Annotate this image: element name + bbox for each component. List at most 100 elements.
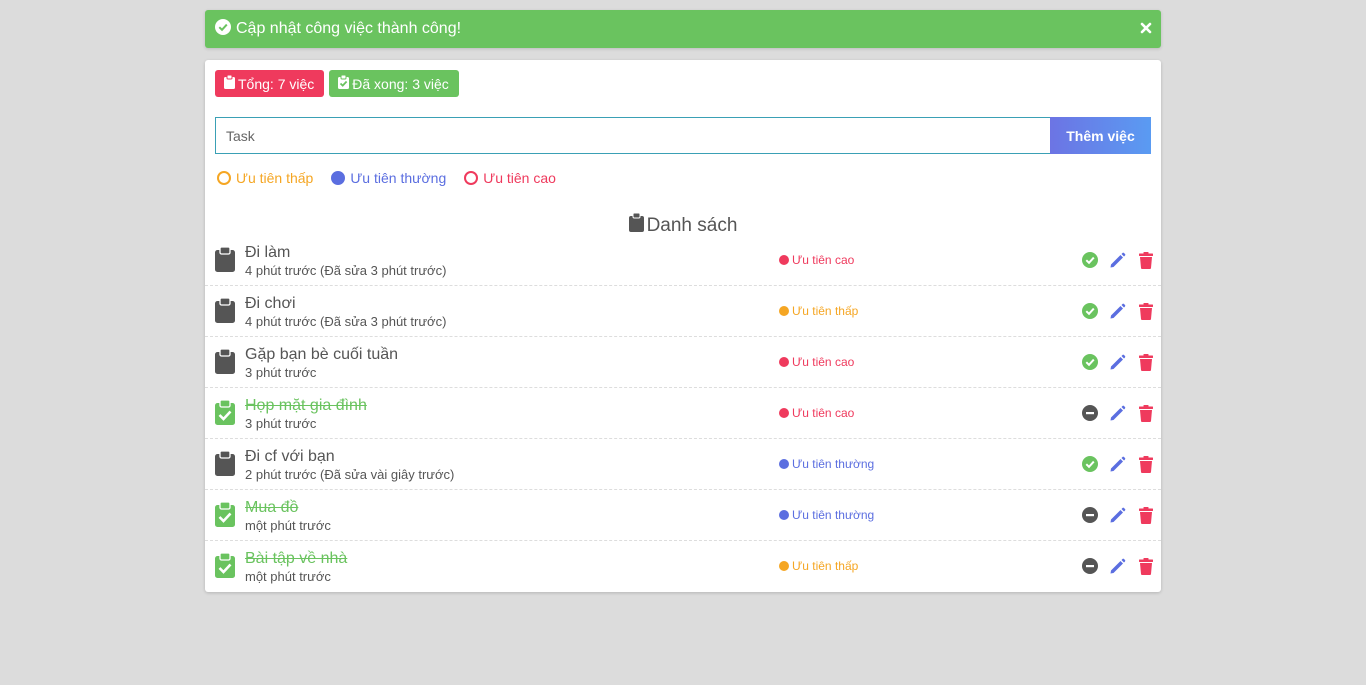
edit-pencil-icon[interactable] xyxy=(1109,251,1126,269)
edit-pencil-icon[interactable] xyxy=(1109,557,1126,575)
delete-trash-icon[interactable] xyxy=(1137,455,1154,473)
task-actions xyxy=(1081,302,1154,320)
close-icon[interactable] xyxy=(1139,18,1153,38)
task-priority-label: Ưu tiên thường xyxy=(792,508,875,522)
task-priority: Ưu tiên thường xyxy=(779,508,874,522)
mark-done-icon[interactable] xyxy=(1081,302,1098,320)
done-badge: Đã xong: 3 việc xyxy=(329,70,459,97)
edit-pencil-icon[interactable] xyxy=(1109,404,1126,422)
delete-trash-icon[interactable] xyxy=(1137,353,1154,371)
task-priority: Ưu tiên thấp xyxy=(779,559,858,573)
priority-option-label: Ưu tiên thường xyxy=(350,170,447,186)
task-time: 2 phút trước (Đã sửa vài giây trước) xyxy=(245,467,455,482)
task-priority-label: Ưu tiên thấp xyxy=(792,559,859,573)
edit-pencil-icon[interactable] xyxy=(1109,302,1126,320)
clipboard-icon xyxy=(215,297,235,328)
priority-option-label: Ưu tiên cao xyxy=(483,170,556,186)
clipboard-icon xyxy=(215,450,235,481)
priority-dot-icon xyxy=(779,255,789,265)
priority-dot-icon xyxy=(779,408,789,418)
task-actions xyxy=(1081,353,1154,371)
task-row: Đi làm 4 phút trước (Đã sửa 3 phút trước)… xyxy=(205,235,1161,286)
task-priority-label: Ưu tiên thường xyxy=(792,457,875,471)
task-name: Mua đồ xyxy=(245,499,299,516)
delete-trash-icon[interactable] xyxy=(1137,251,1154,269)
clipboard-check-icon xyxy=(215,399,235,430)
task-row: Đi cf với bạn 2 phút trước (Đã sửa vài gi… xyxy=(205,439,1161,490)
priority-dot-icon xyxy=(779,510,789,520)
total-badge: Tổng: 7 việc xyxy=(215,70,325,97)
priority-selector: Ưu tiên thấp Ưu tiên thường Ưu tiên cao xyxy=(217,170,556,186)
delete-trash-icon[interactable] xyxy=(1137,506,1154,524)
priority-dot-icon xyxy=(779,459,789,469)
mark-done-icon[interactable] xyxy=(1081,251,1098,269)
delete-trash-icon[interactable] xyxy=(1137,302,1154,320)
task-name: Đi cf với bạn xyxy=(245,448,335,465)
task-actions xyxy=(1081,557,1154,575)
task-row: Bài tập về nhà một phút trước Ưu tiên thấp xyxy=(205,541,1161,592)
task-time: 3 phút trước xyxy=(245,416,317,431)
task-priority-label: Ưu tiên thấp xyxy=(792,304,859,318)
check-circle-icon xyxy=(215,18,231,40)
task-name: Bài tập về nhà xyxy=(245,550,348,567)
edit-pencil-icon[interactable] xyxy=(1109,506,1126,524)
task-priority: Ưu tiên cao xyxy=(779,406,854,420)
task-priority: Ưu tiên cao xyxy=(779,253,854,267)
mark-done-icon[interactable] xyxy=(1081,455,1098,473)
radio-icon[interactable] xyxy=(217,171,231,185)
task-actions xyxy=(1081,251,1154,269)
task-priority-label: Ưu tiên cao xyxy=(792,406,855,420)
task-name: Đi chơi xyxy=(245,295,296,312)
radio-icon[interactable] xyxy=(331,171,346,185)
mark-undone-icon[interactable] xyxy=(1081,557,1098,575)
priority-option-low[interactable]: Ưu tiên thấp xyxy=(217,170,313,186)
clipboard-check-icon xyxy=(215,501,235,532)
task-time: 4 phút trước (Đã sửa 3 phút trước) xyxy=(245,263,447,278)
task-priority: Ưu tiên cao xyxy=(779,355,854,369)
task-row: Họp mặt gia đình 3 phút trước Ưu tiên cao xyxy=(205,388,1161,439)
done-count: Đã xong: 3 việc xyxy=(352,75,449,92)
mark-done-icon[interactable] xyxy=(1081,353,1098,371)
task-priority-label: Ưu tiên cao xyxy=(792,355,855,369)
add-task-button[interactable]: Thêm việc xyxy=(1050,117,1151,154)
task-row: Gặp bạn bè cuối tuần 3 phút trước Ưu tiên … xyxy=(205,337,1161,388)
edit-pencil-icon[interactable] xyxy=(1109,353,1126,371)
task-actions xyxy=(1081,506,1154,524)
priority-dot-icon xyxy=(779,306,789,316)
task-name: Đi làm xyxy=(245,244,291,261)
add-task-row: Thêm việc xyxy=(215,117,1151,154)
total-count: Tổng: 7 việc xyxy=(238,75,315,92)
priority-dot-icon xyxy=(779,357,789,367)
edit-pencil-icon[interactable] xyxy=(1109,455,1126,473)
task-name: Họp mặt gia đình xyxy=(245,397,367,414)
task-time: 4 phút trước (Đã sửa 3 phút trước) xyxy=(245,314,447,329)
delete-trash-icon[interactable] xyxy=(1137,404,1154,422)
task-row: Đi chơi 4 phút trước (Đã sửa 3 phút trước… xyxy=(205,286,1161,337)
task-time: một phút trước xyxy=(245,518,331,533)
priority-option-normal[interactable]: Ưu tiên thường xyxy=(331,170,446,186)
radio-icon[interactable] xyxy=(464,171,479,185)
clipboard-check-icon xyxy=(338,74,350,92)
alert-message: Cập nhật công việc thành công! xyxy=(236,20,462,37)
priority-option-label: Ưu tiên thấp xyxy=(236,170,314,186)
task-actions xyxy=(1081,455,1154,473)
task-priority: Ưu tiên thường xyxy=(779,457,874,471)
stats-badges: Tổng: 7 việc Đã xong: 3 việc xyxy=(215,70,459,97)
task-priority-label: Ưu tiên cao xyxy=(792,253,855,267)
priority-option-high[interactable]: Ưu tiên cao xyxy=(464,170,556,186)
task-input[interactable] xyxy=(215,117,1050,154)
task-time: 3 phút trước xyxy=(245,365,317,380)
task-actions xyxy=(1081,404,1154,422)
task-time: một phút trước xyxy=(245,569,331,584)
task-list: Đi làm 4 phút trước (Đã sửa 3 phút trước)… xyxy=(205,235,1161,592)
clipboard-icon xyxy=(215,348,235,379)
todo-card: Tổng: 7 việc Đã xong: 3 việc Thêm việc Ư… xyxy=(205,60,1161,592)
delete-trash-icon[interactable] xyxy=(1137,557,1154,575)
clipboard-check-icon xyxy=(215,552,235,583)
mark-undone-icon[interactable] xyxy=(1081,506,1098,524)
mark-undone-icon[interactable] xyxy=(1081,404,1098,422)
clipboard-icon xyxy=(224,74,235,92)
task-row: Mua đồ một phút trước Ưu tiên thường xyxy=(205,490,1161,541)
list-title-text: Danh sách xyxy=(646,214,738,236)
task-name: Gặp bạn bè cuối tuần xyxy=(245,346,399,363)
